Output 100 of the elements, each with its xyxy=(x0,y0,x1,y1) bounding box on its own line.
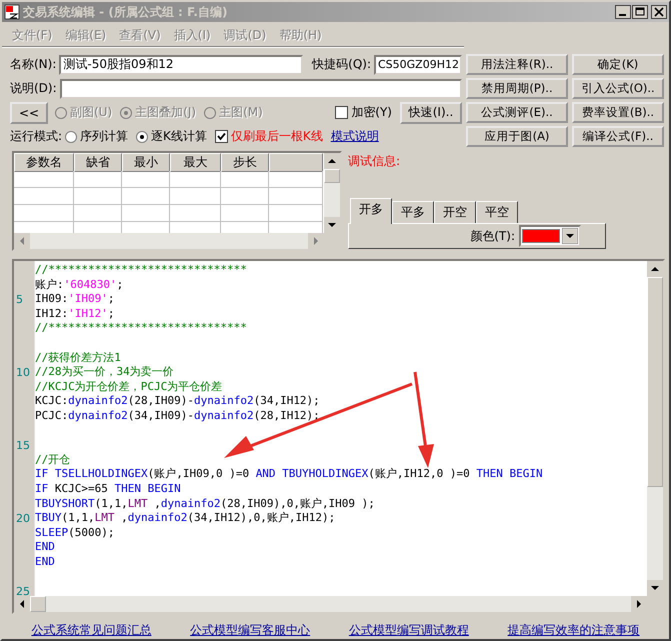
radio-button[interactable] xyxy=(65,130,78,142)
option-label: 副图(U) xyxy=(70,104,112,121)
table-cell xyxy=(221,205,269,222)
column-header[interactable]: 参数名 xyxy=(14,153,74,172)
color-label: 颜色(T): xyxy=(470,228,515,244)
mode-help-link[interactable]: 模式说明 xyxy=(330,128,379,145)
column-header[interactable]: 最大 xyxy=(170,153,221,172)
table-cell xyxy=(269,205,323,222)
line-number: 5 xyxy=(15,293,23,306)
description-field[interactable] xyxy=(60,78,462,98)
line-number: 10 xyxy=(15,366,30,380)
code-line: //KCJC为开仓价差，PCJC为平仓价差 xyxy=(35,380,222,393)
dialog-button[interactable]: 引入公式(O).. xyxy=(572,78,664,99)
app-icon xyxy=(4,4,20,20)
table-cell xyxy=(14,171,74,188)
run-mode-label: 运行模式: xyxy=(10,128,62,145)
help-link[interactable]: 公式模型编写客服中心 xyxy=(190,622,310,639)
collapse-button[interactable]: << xyxy=(10,102,48,124)
table-cell xyxy=(170,171,221,188)
table-cell xyxy=(74,205,122,222)
color-picker[interactable] xyxy=(519,225,581,247)
code-line: TBUY(1,1,LMT ,dynainfo2(34,IH12),0,账户,IH12); xyxy=(35,511,336,524)
maximize-icon[interactable] xyxy=(632,5,648,19)
table-cell xyxy=(14,188,74,205)
field-label: 说明(D): xyxy=(10,80,57,97)
scroll-thumb[interactable] xyxy=(647,277,663,487)
option-label: 主图叠加(J) xyxy=(135,104,196,121)
column-header[interactable]: 缺省 xyxy=(74,153,122,172)
scrollbar[interactable] xyxy=(647,261,663,596)
code-line: //****************************** xyxy=(35,321,247,334)
dialog-button[interactable]: 确定(K) xyxy=(572,54,664,75)
code-line: END xyxy=(35,554,55,568)
minimize-icon[interactable] xyxy=(615,5,631,19)
code-line: 账户:'604830'; xyxy=(35,278,124,291)
code-line: END xyxy=(35,540,55,554)
code-line: PCJC:dynainfo2(34,IH09)-dynainfo2(28,IH12); xyxy=(35,408,320,422)
field-label: 快捷码(Q): xyxy=(312,56,371,73)
table-cell xyxy=(122,171,170,188)
column-header[interactable]: 步长 xyxy=(221,153,269,172)
code-line: IH09:'IH09'; xyxy=(35,292,114,306)
dialog-button[interactable]: 应用于图(A) xyxy=(466,126,568,147)
line-number: 25 xyxy=(15,585,30,596)
dialog-button[interactable]: 费率设置(B).. xyxy=(572,102,664,123)
dialog-button[interactable]: 编译公式(F).. xyxy=(572,126,664,147)
debug-label: 调试信息: xyxy=(348,153,402,170)
help-link[interactable]: 公式模型编写调试教程 xyxy=(348,622,469,639)
option-label: 序列计算 xyxy=(80,128,128,145)
table-cell xyxy=(221,188,269,205)
dialog-button[interactable]: 禁用周期(P).. xyxy=(466,78,568,99)
line-number: 15 xyxy=(15,439,30,452)
tab[interactable]: 平多 xyxy=(392,201,434,223)
checkbox-label: 仅刷最后一根K线 xyxy=(230,128,323,145)
line-number: 20 xyxy=(15,512,30,526)
table-cell xyxy=(74,188,122,205)
tab[interactable]: 平空 xyxy=(476,201,518,223)
table-cell xyxy=(170,205,221,222)
scroll-up-icon[interactable] xyxy=(647,261,663,277)
scrollbar[interactable] xyxy=(324,153,340,233)
code-line: KCJC:dynainfo2(28,IH09)-dynainfo2(34,IH12); xyxy=(35,394,320,408)
help-link[interactable]: 公式系统常见问题汇总 xyxy=(31,622,152,639)
help-link[interactable]: 提高编写效率的注意事项 xyxy=(508,622,640,639)
dialog-button[interactable]: 用法注释(R).. xyxy=(466,54,568,75)
table-cell xyxy=(14,205,74,222)
table-cell xyxy=(74,171,122,188)
scrollbar[interactable] xyxy=(14,596,663,612)
option-label: 主图(M) xyxy=(219,104,263,121)
dropdown-icon[interactable] xyxy=(562,228,578,244)
table-cell xyxy=(269,171,323,188)
checkbox[interactable] xyxy=(335,106,348,119)
table-cell xyxy=(269,188,323,205)
scroll-thumb[interactable] xyxy=(30,596,46,612)
option-label: 逐K线计算 xyxy=(151,128,207,145)
tab[interactable]: 开多 xyxy=(350,198,392,224)
table-cell xyxy=(122,188,170,205)
dialog-button[interactable]: 公式测评(E).. xyxy=(466,102,568,123)
table-cell xyxy=(170,188,221,205)
table-cell xyxy=(221,171,269,188)
code-line: //开仓 xyxy=(35,452,70,466)
code-line: IH12:'IH12'; xyxy=(35,306,114,320)
field-label: 名称(N): xyxy=(10,56,56,73)
column-header[interactable]: 最小 xyxy=(122,153,170,172)
scroll-up-icon[interactable] xyxy=(324,153,340,169)
checkbox[interactable] xyxy=(214,130,228,143)
code-line: //****************************** xyxy=(35,263,247,276)
table-cell xyxy=(122,205,170,222)
close-icon[interactable] xyxy=(651,5,667,19)
quick-button[interactable]: 快速(I).. xyxy=(400,102,462,124)
window-title: 交易系统编辑 - (所属公式组 : F.自编) xyxy=(23,4,228,20)
radio-button[interactable] xyxy=(136,130,148,142)
shortcut-field[interactable]: CS50GZ09H12 xyxy=(374,54,462,74)
code-line: SLEEP(5000); xyxy=(35,526,114,539)
name-field[interactable]: 测试-50股指09和12 xyxy=(59,54,304,74)
checkbox-label: 加密(Y) xyxy=(351,104,392,121)
code-line: //28为买一价，34为卖一价 xyxy=(35,365,174,378)
code-line: TBUYSHORT(1,1,LMT ,dynainfo2(28,IH09),0,账户,IH09 ); xyxy=(35,496,375,510)
code-line: IF TSELLHOLDINGEX(账户,IH09,0 )=0 AND TBUYHOLDINGEX(账户,IH12,0 )=0 THEN BEGIN xyxy=(35,467,543,480)
scroll-thumb[interactable] xyxy=(324,169,340,183)
code-line: IF KCJC>=65 THEN BEGIN xyxy=(35,482,181,495)
code-line: //获得价差方法1 xyxy=(35,350,121,364)
tab[interactable]: 开空 xyxy=(434,201,476,223)
